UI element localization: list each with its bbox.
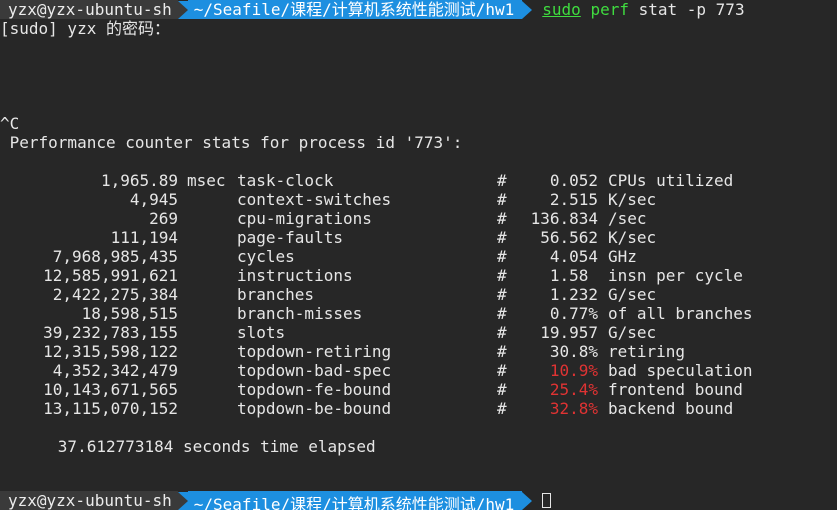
stat-metric-text: insn per cycle xyxy=(608,266,743,285)
stat-row: 12,315,598,122 topdown-retiring #30.8% reti… xyxy=(0,342,837,361)
stat-metric-text: G/sec xyxy=(608,285,657,304)
stat-event: topdown-fe-bound xyxy=(237,380,392,399)
stat-metric-text: /sec xyxy=(608,209,647,228)
stat-row: 12,585,991,621 instructions #1.58 insn per… xyxy=(0,266,837,285)
stat-metric: 30.8% xyxy=(549,342,598,361)
stat-metric: 0.052 xyxy=(549,171,598,190)
stat-metric-text: bad speculation xyxy=(608,361,753,380)
stat-event: task-clock xyxy=(237,171,334,190)
stat-row: 1,965.89 msec task-clock #0.052 CPUs utilize… xyxy=(0,171,837,190)
stat-value: 18,598,515 xyxy=(81,304,178,323)
shell-prompt: yzx@yzx-ubuntu-sh ~/Seafile/课程/计算机系统性能测试… xyxy=(0,0,745,19)
command-sudo: sudo xyxy=(542,0,581,19)
stat-metric: 0.77% xyxy=(549,304,598,323)
stat-value: 4,352,342,479 xyxy=(52,361,178,380)
stat-metric: 19.957 xyxy=(540,323,598,342)
stat-metric: 4.054 xyxy=(549,247,598,266)
stat-metric-text: CPUs utilized xyxy=(608,171,734,190)
stat-event: branch-misses xyxy=(237,304,363,323)
stat-row: 7,968,985,435 cycles #4.054 GHz xyxy=(0,247,837,266)
stat-metric-text: retiring xyxy=(608,342,686,361)
stat-value: 12,315,598,122 xyxy=(43,342,178,361)
stat-hash: # xyxy=(497,399,507,418)
stat-unit: msec xyxy=(187,171,226,190)
stat-metric-text: frontend bound xyxy=(608,380,743,399)
prompt-separator-icon xyxy=(522,0,533,19)
stat-hash: # xyxy=(497,228,507,247)
command-perf: perf xyxy=(590,0,629,19)
prompt-separator-icon xyxy=(177,0,188,19)
stat-event: cycles xyxy=(237,247,295,266)
stat-hash: # xyxy=(497,323,507,342)
stat-value: 12,585,991,621 xyxy=(43,266,178,285)
stat-event: cpu-migrations xyxy=(237,209,372,228)
stat-value: 10,143,671,565 xyxy=(43,380,178,399)
stat-value: 39,232,783,155 xyxy=(43,323,178,342)
stat-event: slots xyxy=(237,323,286,342)
stat-event: context-switches xyxy=(237,190,392,209)
sudo-password-prompt: [sudo] yzx 的密码： xyxy=(0,19,170,38)
stat-metric: 1.58 xyxy=(549,266,598,285)
stat-row: 269 cpu-migrations #136.834/sec xyxy=(0,209,837,228)
stat-row: 111,194 page-faults #56.562 K/sec xyxy=(0,228,837,247)
stat-event: page-faults xyxy=(237,228,343,247)
stat-event: instructions xyxy=(237,266,353,285)
stat-metric: 32.8% xyxy=(549,399,598,418)
stat-metric-text: backend bound xyxy=(608,399,734,418)
terminal-window[interactable]: yzx@yzx-ubuntu-sh ~/Seafile/课程/计算机系统性能测试… xyxy=(0,0,837,510)
stat-row: 10,143,671,565 topdown-fe-bound #25.4% fron… xyxy=(0,380,837,399)
stat-hash: # xyxy=(497,266,507,285)
stat-event: branches xyxy=(237,285,315,304)
prompt-path: ~/Seafile/课程/计算机系统性能测试/hw1 xyxy=(187,0,523,19)
stat-hash: # xyxy=(497,247,507,266)
interrupt-signal: ^C xyxy=(0,114,20,133)
prompt-user-host: yzx@yzx-ubuntu-sh xyxy=(0,0,178,19)
perf-header: Performance counter stats for process id… xyxy=(0,133,463,152)
stat-metric: 56.562 xyxy=(540,228,598,247)
stat-value: 1,965.89 xyxy=(100,171,178,190)
stat-metric-text: K/sec xyxy=(608,228,657,247)
stat-metric: 25.4% xyxy=(549,380,598,399)
stat-row: 2,422,275,384 branches #1.232 G/sec xyxy=(0,285,837,304)
stat-metric-text: G/sec xyxy=(608,323,657,342)
prompt-separator-icon xyxy=(177,491,188,510)
stat-row: 4,945 context-switches #2.515 K/sec xyxy=(0,190,837,209)
command-line: sudo perf stat -p 773 xyxy=(532,0,744,19)
stat-hash: # xyxy=(497,285,507,304)
stat-hash: # xyxy=(497,380,507,399)
stat-metric: 10.9% xyxy=(549,361,598,380)
text-cursor[interactable] xyxy=(542,493,552,508)
stat-hash: # xyxy=(497,304,507,323)
stat-event: topdown-retiring xyxy=(237,342,392,361)
stat-metric-text: K/sec xyxy=(608,190,657,209)
stat-row: 13,115,070,152 topdown-be-bound #32.8% back… xyxy=(0,399,837,418)
stat-row: 18,598,515 branch-misses #0.77% of all bran… xyxy=(0,304,837,323)
time-elapsed: 37.612773184 seconds time elapsed xyxy=(0,437,376,456)
stat-hash: # xyxy=(497,342,507,361)
prompt-separator-icon xyxy=(522,491,533,510)
stat-value: 4,945 xyxy=(129,190,178,209)
stat-metric: 136.834 xyxy=(530,209,598,228)
stat-value: 111,194 xyxy=(110,228,178,247)
stat-event: topdown-bad-spec xyxy=(237,361,392,380)
stat-row: 4,352,342,479 topdown-bad-spec #10.9% bad s… xyxy=(0,361,837,380)
next-shell-prompt: yzx@yzx-ubuntu-sh ~/Seafile/课程/计算机系统性能测试… xyxy=(0,491,552,510)
command-args: stat -p 773 xyxy=(638,0,745,19)
stat-hash: # xyxy=(497,171,507,190)
stat-value: 269 xyxy=(149,209,178,228)
stat-event: topdown-be-bound xyxy=(237,399,392,418)
stat-hash: # xyxy=(497,361,507,380)
stat-value: 13,115,070,152 xyxy=(43,399,178,418)
prompt-path: ~/Seafile/课程/计算机系统性能测试/hw1 xyxy=(187,491,523,510)
prompt-user-host: yzx@yzx-ubuntu-sh xyxy=(0,491,178,510)
stat-hash: # xyxy=(497,209,507,228)
stat-row: 39,232,783,155 slots #19.957 G/sec xyxy=(0,323,837,342)
stat-metric: 1.232 xyxy=(549,285,598,304)
stat-hash: # xyxy=(497,190,507,209)
stat-metric-text: of all branches xyxy=(608,304,753,323)
stat-value: 2,422,275,384 xyxy=(52,285,178,304)
stat-value: 7,968,985,435 xyxy=(52,247,178,266)
stat-metric: 2.515 xyxy=(549,190,598,209)
stat-metric-text: GHz xyxy=(608,247,637,266)
